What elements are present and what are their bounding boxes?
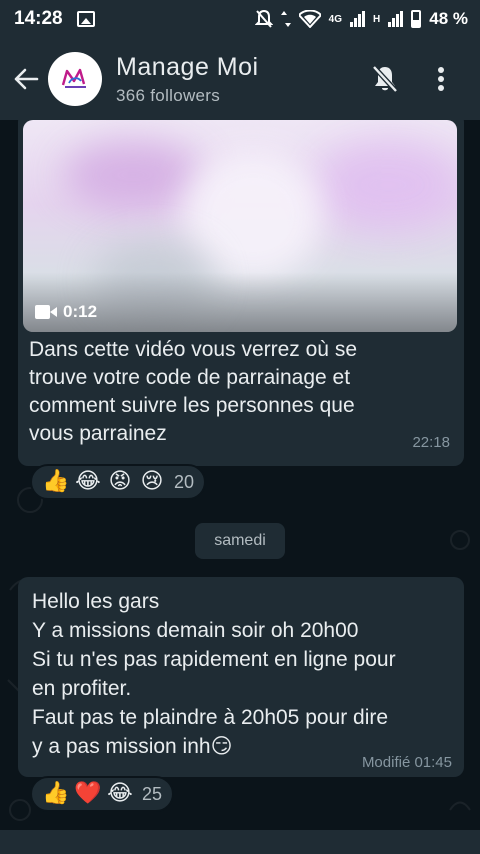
reaction-count: 25	[141, 783, 162, 804]
battery-icon	[411, 10, 422, 28]
date-separator: samedi	[195, 523, 285, 559]
channel-title: Manage Moi	[116, 52, 259, 81]
mute-bell-icon	[372, 65, 398, 93]
angry-face-icon: 😡	[108, 469, 132, 494]
thumbs-up-icon: 👍	[42, 469, 70, 494]
status-icons: 4G H 48 %	[254, 9, 468, 29]
signal-icon-2	[388, 11, 404, 27]
channel-avatar[interactable]	[48, 52, 102, 106]
heart-icon: ❤️	[74, 781, 102, 806]
network-type: 4G	[328, 13, 343, 25]
video-thumbnail[interactable]: 0:12	[23, 120, 457, 332]
message-text: Hello les gars Y a missions demain soir …	[32, 590, 396, 758]
video-duration-text: 0:12	[63, 302, 98, 321]
notifications-off-icon	[254, 9, 273, 28]
crying-face-icon: 😢	[140, 469, 164, 494]
status-bar: 14:28 4G H 48 %	[0, 0, 480, 38]
followers-count: 366 followers	[116, 85, 221, 105]
network-mark: H	[373, 13, 381, 25]
more-vert-icon	[438, 67, 444, 91]
channel-header: Manage Moi 366 followers	[0, 38, 480, 120]
wifi-icon	[298, 10, 321, 28]
mute-button[interactable]	[368, 62, 402, 96]
signal-icon	[350, 11, 366, 27]
channel-info[interactable]: Manage Moi 366 followers	[116, 53, 259, 106]
battery-level: 48 %	[429, 9, 468, 28]
thumbs-up-icon: 👍	[42, 781, 70, 806]
status-time: 14:28	[14, 8, 63, 29]
text-message-bubble[interactable]: Hello les gars Y a missions demain soir …	[18, 577, 464, 777]
laughing-face-icon: 😂	[107, 781, 133, 806]
video-duration: 0:12	[35, 302, 97, 322]
more-options-button[interactable]	[424, 62, 458, 96]
message-reactions[interactable]: 👍 ❤️ 😂 25	[30, 776, 174, 812]
header-actions	[368, 62, 480, 96]
bottom-bar	[0, 830, 480, 854]
channel-logo-icon	[61, 68, 86, 88]
gallery-icon	[76, 11, 95, 27]
video-message-bubble[interactable]: 0:12 Dans cette vidéo vous verrez où se …	[18, 120, 464, 466]
back-arrow-icon	[14, 68, 39, 90]
video-camera-icon	[35, 305, 57, 319]
laughing-face-icon: 😂	[75, 469, 101, 494]
message-text: Dans cette vidéo vous verrez où se trouv…	[29, 338, 358, 445]
back-button[interactable]	[4, 57, 48, 101]
message-reactions[interactable]: 👍 😂 😡 😢 20	[30, 464, 206, 500]
edited-time: Modifié 01:45	[361, 754, 452, 771]
message-time: 22:18	[412, 434, 450, 451]
data-arrows-icon	[280, 11, 291, 27]
reaction-count: 20	[173, 471, 194, 492]
message-list[interactable]: 0:12 Dans cette vidéo vous verrez où se …	[0, 120, 480, 830]
